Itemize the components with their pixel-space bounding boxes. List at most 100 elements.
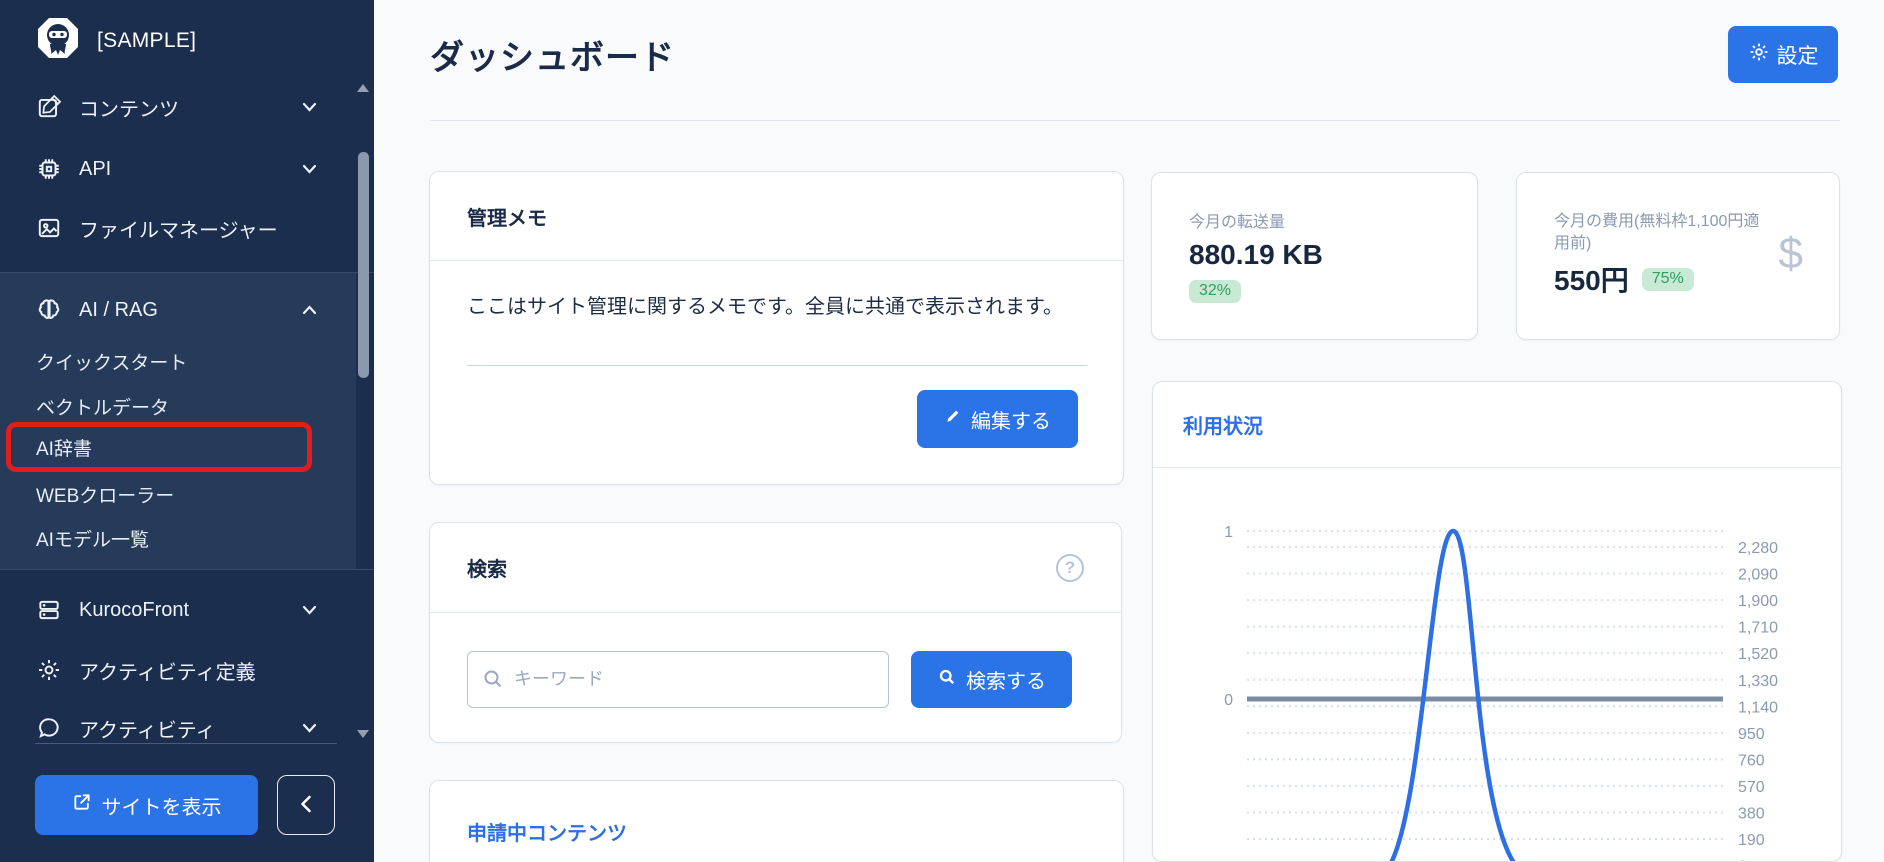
gear-icon xyxy=(1748,41,1770,69)
gear-icon xyxy=(36,657,62,683)
edit-button[interactable]: 編集する xyxy=(917,390,1078,448)
sidebar-divider xyxy=(0,569,374,570)
sidebar-item-ai-rag[interactable]: AI / RAG xyxy=(36,289,336,331)
sidebar-item-vector-data[interactable]: ベクトルデータ xyxy=(36,386,316,426)
chevron-up-icon xyxy=(302,305,317,315)
search-icon xyxy=(937,667,957,693)
usage-card-title[interactable]: 利用状況 xyxy=(1183,410,1263,439)
chevron-left-icon xyxy=(300,795,312,816)
svg-text:0: 0 xyxy=(1738,859,1747,862)
sidebar: [SAMPLE] コンテンツ API ファイルマネージャー AI / RAG ク… xyxy=(0,0,374,862)
svg-text:1,900: 1,900 xyxy=(1738,593,1778,610)
search-card-header: 検索 ? xyxy=(430,523,1121,613)
sidebar-item-label: アクティビティ xyxy=(79,719,216,742)
svg-text:380: 380 xyxy=(1738,806,1765,823)
sidebar-subitem-label: ベクトルデータ xyxy=(36,397,170,419)
logo-text: [SAMPLE] xyxy=(97,28,197,52)
help-icon[interactable]: ? xyxy=(1056,553,1084,582)
chevron-down-icon xyxy=(302,102,317,112)
chevron-down-icon xyxy=(302,605,317,615)
pending-card-title[interactable]: 申請中コンテンツ xyxy=(467,817,627,846)
external-link-icon xyxy=(72,792,92,818)
sidebar-item-label: AI / RAG xyxy=(79,298,158,321)
transfer-percent-badge: 32% xyxy=(1189,280,1242,303)
memo-card-header: 管理メモ xyxy=(430,172,1123,261)
sidebar-item-label: KurocoFront xyxy=(79,598,190,621)
memo-body-text: ここはサイト管理に関するメモです。全員に共通で表示されます。 xyxy=(467,296,1063,318)
search-input[interactable] xyxy=(467,651,889,708)
cost-label: 今月の費用(無料枠1,100円適用前) xyxy=(1554,213,1760,252)
svg-text:950: 950 xyxy=(1738,726,1765,743)
usage-chart-svg: 10-12,2802,0901,9001,7101,5201,3301,1409… xyxy=(1219,524,1778,862)
chevron-down-icon xyxy=(302,723,317,733)
server-icon xyxy=(36,597,62,623)
cost-value: 550円 xyxy=(1554,265,1629,297)
edit-icon xyxy=(36,94,62,120)
view-site-button[interactable]: サイトを表示 xyxy=(35,775,258,835)
transfer-value: 880.19 KB xyxy=(1189,239,1323,270)
view-site-label: サイトを表示 xyxy=(101,796,222,819)
sidebar-item-ai-model-list[interactable]: AIモデル一覧 xyxy=(36,518,316,558)
svg-text:2,090: 2,090 xyxy=(1738,567,1778,584)
search-button-label: 検索する xyxy=(966,671,1046,693)
pending-contents-card: 申請中コンテンツ xyxy=(429,780,1124,862)
title-divider xyxy=(430,120,1840,121)
sidebar-item-label: コンテンツ xyxy=(79,98,179,121)
memo-card-title: 管理メモ xyxy=(467,207,547,230)
sidebar-item-label: アクティビティ定義 xyxy=(79,661,256,684)
sidebar-collapse-button[interactable] xyxy=(277,775,335,835)
sidebar-subitem-label: クイックスタート xyxy=(36,352,188,374)
search-card-title: 検索 xyxy=(467,559,507,581)
usage-status-card: 利用状況 10-12,2802,0901,9001,7101,5201,3301… xyxy=(1152,381,1842,862)
logo[interactable]: [SAMPLE] xyxy=(36,16,196,65)
svg-text:1,140: 1,140 xyxy=(1738,699,1778,716)
admin-memo-card: 管理メモ ここはサイト管理に関するメモです。全員に共通で表示されます。 編集する xyxy=(429,171,1124,485)
svg-text:1,520: 1,520 xyxy=(1738,646,1778,663)
chevron-down-icon xyxy=(302,164,317,174)
sidebar-divider xyxy=(0,272,374,273)
dashboard-page: [SAMPLE] コンテンツ API ファイルマネージャー AI / RAG ク… xyxy=(0,0,1884,862)
sidebar-item-file-manager[interactable]: ファイルマネージャー xyxy=(36,207,336,249)
scrollbar-up-arrow[interactable] xyxy=(357,84,369,92)
settings-label: 設定 xyxy=(1776,44,1819,68)
svg-text:1: 1 xyxy=(1224,524,1233,541)
usage-card-header: 利用状況 xyxy=(1153,382,1841,468)
sidebar-subitem-label: AIモデル一覧 xyxy=(36,529,149,551)
dollar-icon: $ xyxy=(1778,229,1803,278)
memo-underline xyxy=(467,365,1087,366)
settings-button[interactable]: 設定 xyxy=(1728,26,1838,83)
svg-text:760: 760 xyxy=(1738,752,1765,769)
pencil-icon xyxy=(944,407,962,431)
ninja-logo-icon xyxy=(36,16,80,65)
chat-icon xyxy=(36,715,62,741)
svg-text:1,710: 1,710 xyxy=(1738,620,1778,637)
transfer-label: 今月の転送量 xyxy=(1189,214,1286,231)
sidebar-bottom-divider xyxy=(35,743,337,744)
pending-card-header: 申請中コンテンツ xyxy=(430,781,1123,862)
chip-icon xyxy=(36,156,62,182)
svg-text:2,280: 2,280 xyxy=(1738,540,1778,557)
edit-button-label: 編集する xyxy=(971,410,1051,433)
sidebar-item-label: API xyxy=(79,157,112,180)
sidebar-item-api[interactable]: API xyxy=(36,148,336,190)
sidebar-item-web-crawler[interactable]: WEBクローラー xyxy=(36,474,316,514)
scrollbar-thumb[interactable] xyxy=(358,152,369,378)
sidebar-item-ai-dictionary[interactable]: AI辞書 xyxy=(36,427,316,467)
cost-percent-badge: 75% xyxy=(1641,267,1694,291)
brain-icon xyxy=(36,297,62,323)
sidebar-item-activity-definition[interactable]: アクティビティ定義 xyxy=(36,649,336,691)
svg-text:570: 570 xyxy=(1738,779,1765,796)
page-title: ダッシュボード xyxy=(430,39,675,77)
search-button[interactable]: 検索する xyxy=(911,651,1072,708)
sidebar-item-quick-start[interactable]: クイックスタート xyxy=(36,341,316,381)
svg-text:0: 0 xyxy=(1224,692,1233,709)
sidebar-item-contents[interactable]: コンテンツ xyxy=(36,86,336,128)
image-icon xyxy=(36,215,62,241)
sidebar-item-kurocofront[interactable]: KurocoFront xyxy=(36,589,336,631)
scrollbar-down-arrow[interactable] xyxy=(357,730,369,738)
search-card: 検索 ? 検索する xyxy=(429,522,1122,743)
sidebar-subitem-label: WEBクローラー xyxy=(36,485,175,507)
svg-text:190: 190 xyxy=(1738,832,1765,849)
svg-text:1,330: 1,330 xyxy=(1738,673,1778,690)
transfer-stat-card: 今月の転送量 880.19 KB 32% xyxy=(1151,172,1478,340)
